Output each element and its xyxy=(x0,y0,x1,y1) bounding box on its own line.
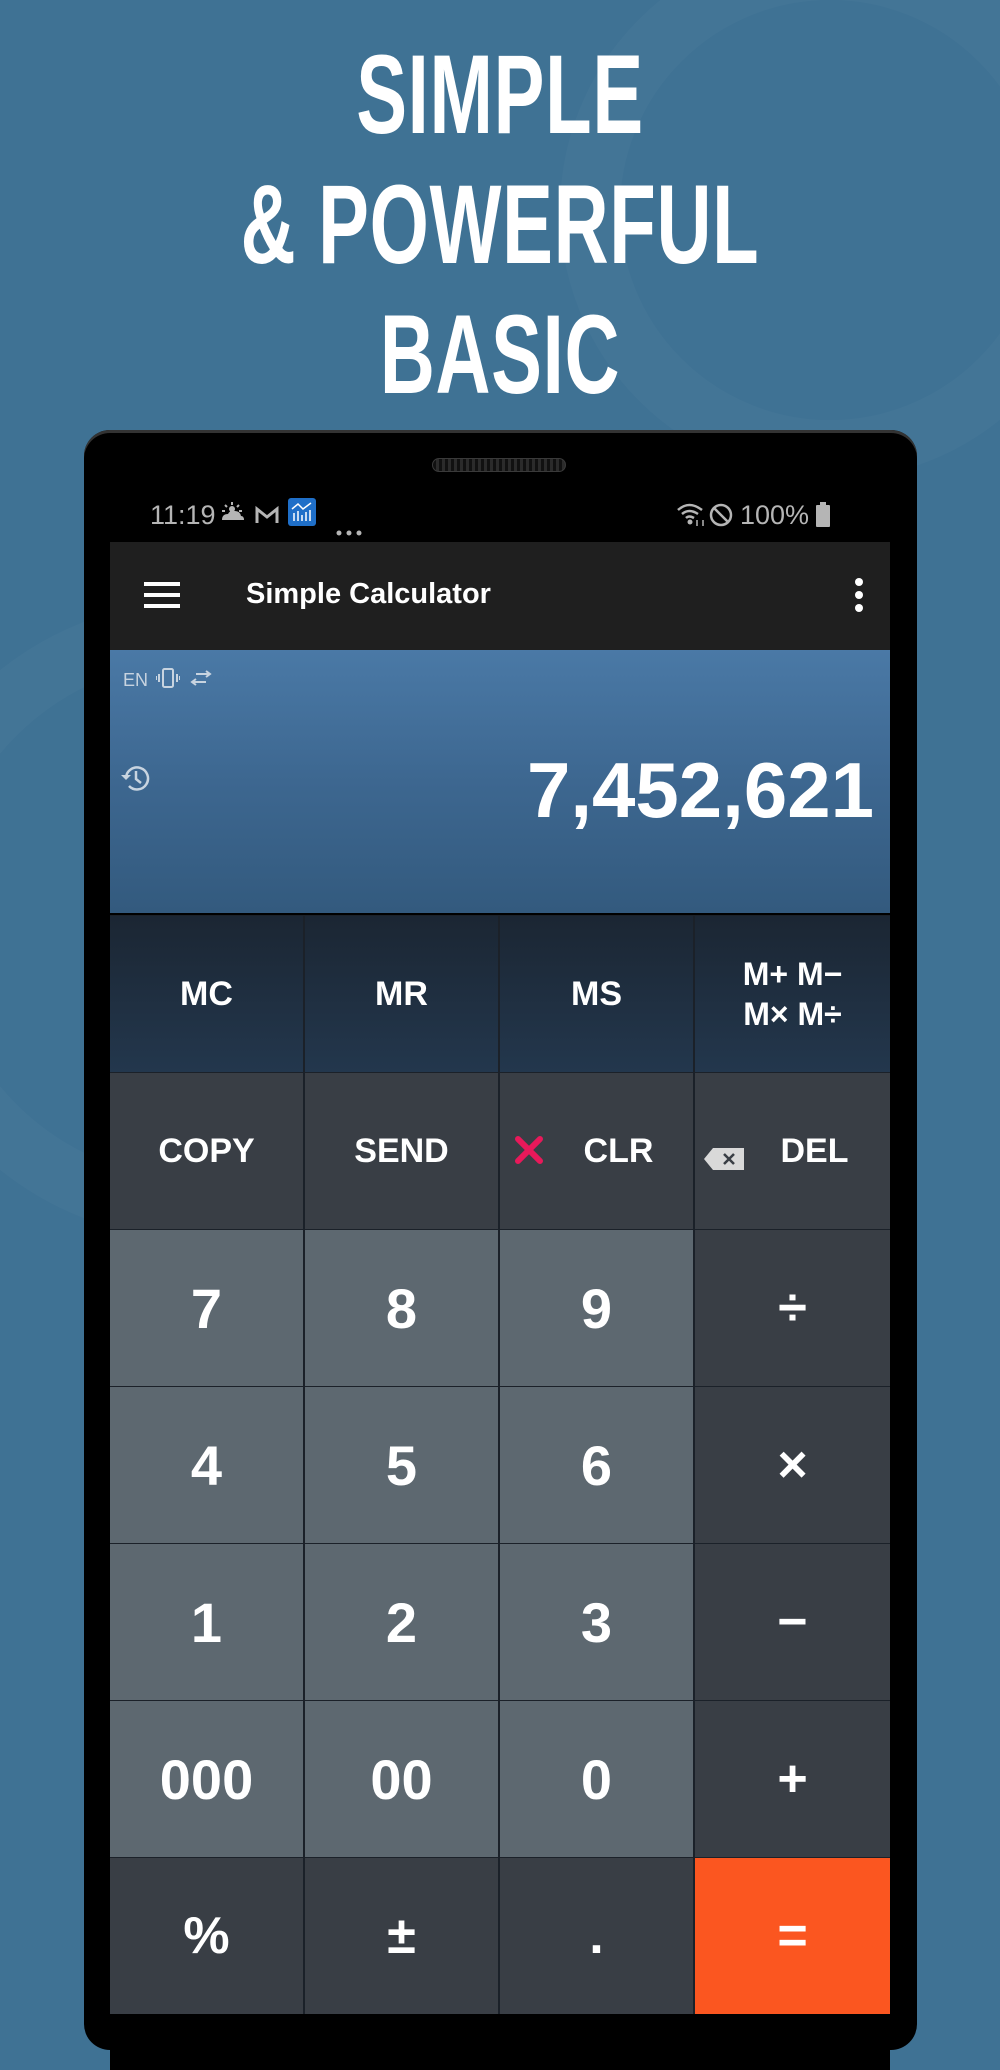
digit-7-button[interactable]: 7 xyxy=(110,1230,305,1386)
more-vert-icon[interactable] xyxy=(854,578,864,614)
status-bar: 11:19 100% xyxy=(110,490,890,542)
memory-row: MC MR MS M+ M− M× M÷ xyxy=(110,915,890,1072)
keypad-row-5: % ± . = xyxy=(110,1857,890,2014)
app-toolbar: Simple Calculator xyxy=(110,542,890,650)
memory-recall-button[interactable]: MR xyxy=(305,916,500,1072)
gmail-icon xyxy=(254,502,280,533)
keypad-row-1: 7 8 9 ÷ xyxy=(110,1229,890,1386)
digit-1-button[interactable]: 1 xyxy=(110,1544,305,1700)
digit-5-button[interactable]: 5 xyxy=(305,1387,500,1543)
clear-x-icon xyxy=(514,1135,544,1174)
language-indicator: EN xyxy=(123,670,149,690)
digit-3-button[interactable]: 3 xyxy=(500,1544,695,1700)
chart-app-icon xyxy=(288,498,316,533)
copy-button[interactable]: COPY xyxy=(110,1073,305,1229)
headline-line-1: SIMPLE xyxy=(356,32,644,157)
digit-0-button[interactable]: 0 xyxy=(500,1701,695,1857)
memory-clear-button[interactable]: MC xyxy=(110,916,305,1072)
app-title: Simple Calculator xyxy=(246,578,491,610)
keypad: MC MR MS M+ M− M× M÷ COPY SEND CLR DEL 7… xyxy=(110,915,890,2014)
phone-frame: 11:19 100% Simple Calculator EN 7,452,62… xyxy=(84,430,917,2070)
delete-button[interactable]: DEL xyxy=(695,1073,890,1229)
vibrate-icon xyxy=(155,668,181,693)
plus-minus-button[interactable]: ± xyxy=(305,1858,500,2014)
percent-button[interactable]: % xyxy=(110,1858,305,2014)
keypad-row-2: 4 5 6 × xyxy=(110,1386,890,1543)
clear-label: CLR xyxy=(583,1131,654,1170)
display-value: 7,452,621 xyxy=(526,746,874,834)
keypad-row-4: 000 00 0 + xyxy=(110,1700,890,1857)
double-zero-button[interactable]: 00 xyxy=(305,1701,500,1857)
equals-button[interactable]: = xyxy=(695,1858,890,2014)
memory-store-button[interactable]: MS xyxy=(500,916,695,1072)
digit-2-button[interactable]: 2 xyxy=(305,1544,500,1700)
do-not-disturb-icon xyxy=(708,502,734,535)
battery-icon xyxy=(816,502,830,535)
decimal-point-button[interactable]: . xyxy=(500,1858,695,2014)
earpiece-speaker xyxy=(432,458,566,472)
memory-ops-line-2: M× M÷ xyxy=(743,996,842,1032)
hamburger-menu-icon[interactable] xyxy=(144,582,180,610)
clear-button[interactable]: CLR xyxy=(500,1073,695,1229)
status-time: 11:19 xyxy=(150,500,216,530)
calculator-display: EN 7,452,621 xyxy=(110,650,890,913)
keypad-row-3: 1 2 3 − xyxy=(110,1543,890,1700)
digit-4-button[interactable]: 4 xyxy=(110,1387,305,1543)
phone-screen: 11:19 100% Simple Calculator EN 7,452,62… xyxy=(110,490,890,2070)
wifi-icon xyxy=(676,502,706,535)
action-row: COPY SEND CLR DEL xyxy=(110,1072,890,1229)
send-button[interactable]: SEND xyxy=(305,1073,500,1229)
add-button[interactable]: + xyxy=(695,1701,890,1857)
subtract-button[interactable]: − xyxy=(695,1544,890,1700)
memory-ops-line-1: M+ M− xyxy=(742,956,843,992)
more-notifications-icon xyxy=(336,512,362,543)
digit-6-button[interactable]: 6 xyxy=(500,1387,695,1543)
divide-button[interactable]: ÷ xyxy=(695,1230,890,1386)
headline-line-2: & POWERFUL xyxy=(240,162,760,287)
triple-zero-button[interactable]: 000 xyxy=(110,1701,305,1857)
memory-operations-button[interactable]: M+ M− M× M÷ xyxy=(695,916,890,1072)
digit-8-button[interactable]: 8 xyxy=(305,1230,500,1386)
delete-label: DEL xyxy=(780,1131,849,1170)
multiply-button[interactable]: × xyxy=(695,1387,890,1543)
battery-percent: 100% xyxy=(740,500,810,530)
weather-icon xyxy=(218,502,246,533)
swap-icon xyxy=(190,670,212,691)
backspace-icon xyxy=(703,1141,745,1180)
digit-9-button[interactable]: 9 xyxy=(500,1230,695,1386)
history-icon[interactable] xyxy=(120,762,152,799)
